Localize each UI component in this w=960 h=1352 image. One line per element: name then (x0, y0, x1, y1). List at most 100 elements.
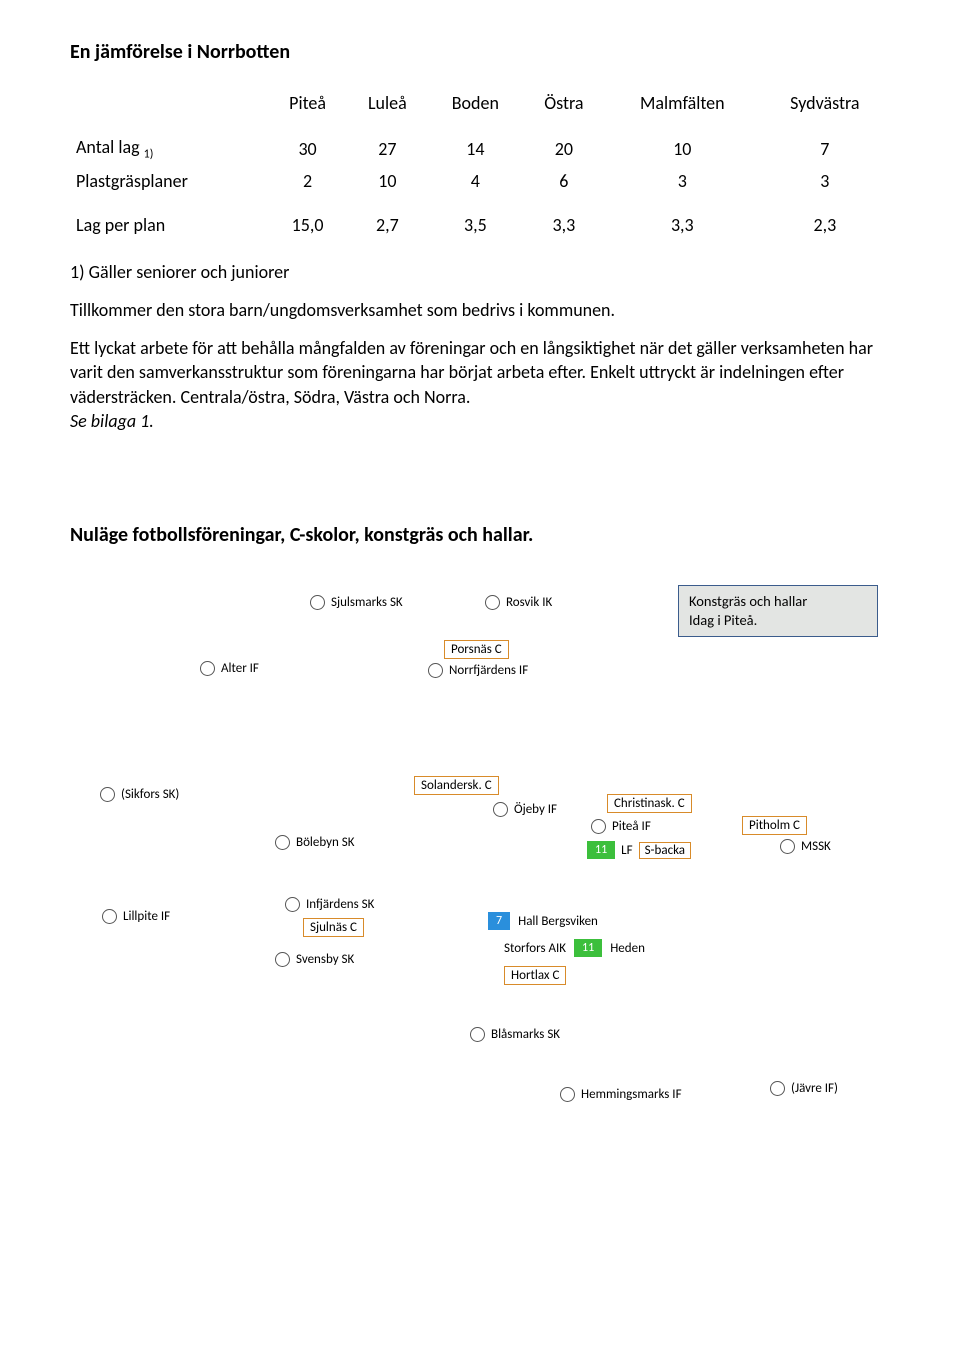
club-label: Lillpite IF (123, 909, 170, 924)
section-heading: Nuläge fotbollsföreningar, C-skolor, kon… (70, 523, 890, 547)
school-box: Christinask. C (607, 793, 692, 812)
table-row: Plastgräsplaner 2 10 4 6 3 3 (70, 166, 890, 196)
pitch-count: 7 (488, 912, 510, 930)
abbrev-label: LF (621, 843, 632, 858)
pitch-count: 11 (574, 939, 602, 957)
table-row: Antal lag 1) 30 27 14 20 10 7 (70, 132, 890, 166)
circle-icon (428, 663, 443, 678)
row-label: Lag per plan (70, 210, 268, 240)
club-label: Alter IF (221, 661, 259, 676)
club-node: Lillpite IF (102, 909, 170, 924)
club-node: Hemmingsmarks IF (560, 1087, 682, 1102)
circle-icon (100, 787, 115, 802)
row-label: Plastgräsplaner (70, 166, 268, 196)
circle-icon (560, 1087, 575, 1102)
club-label: Blåsmarks SK (491, 1027, 560, 1042)
club-label: (Jävre IF) (791, 1081, 838, 1096)
club-label: Infjärdens SK (306, 897, 374, 912)
cell: 14 (428, 132, 523, 166)
hall-label: Hall Bergsviken (518, 914, 598, 929)
circle-icon (470, 1027, 485, 1042)
paragraph-text: Ett lyckat arbete för att behålla mångfa… (70, 337, 873, 408)
club-label: Bölebyn SK (296, 835, 355, 850)
club-label: Sjulsmarks SK (331, 595, 403, 610)
pitch-count: 11 (587, 841, 615, 859)
cell: 30 (268, 132, 346, 166)
club-label: Hemmingsmarks IF (581, 1087, 682, 1102)
circle-icon (770, 1081, 785, 1096)
club-node: Rosvik IK (485, 595, 552, 610)
club-label: Piteå IF (612, 819, 651, 834)
cell: 20 (523, 132, 605, 166)
cell: 7 (760, 132, 890, 166)
club-label: Norrfjärdens IF (449, 663, 528, 678)
club-node: Piteå IF (591, 819, 651, 834)
col-header: Luleå (347, 88, 428, 118)
map-diagram: Konstgräs och hallar Idag i Piteå. Sjuls… (70, 577, 890, 1137)
info-box: Konstgräs och hallar Idag i Piteå. (678, 585, 878, 637)
col-header: Boden (428, 88, 523, 118)
club-label: Öjeby IF (514, 802, 557, 817)
cell: 4 (428, 166, 523, 196)
page-title: En jämförelse i Norrbotten (70, 40, 890, 64)
cell: 3,3 (523, 210, 605, 240)
club-node: MSSK (780, 839, 831, 854)
col-header: Piteå (268, 88, 346, 118)
circle-icon (780, 839, 795, 854)
school-label: Sjulnäs C (303, 918, 364, 937)
circle-icon (310, 595, 325, 610)
cell: 27 (347, 132, 428, 166)
table-footnote: 1) Gäller seniorer och juniorer (70, 260, 890, 284)
table-row: Lag per plan 15,0 2,7 3,5 3,3 3,3 2,3 (70, 210, 890, 240)
school-box: Sjulnäs C (303, 917, 364, 936)
circle-icon (493, 802, 508, 817)
club-label: (Sikfors SK) (121, 787, 179, 802)
area-label: Heden (610, 941, 645, 956)
circle-icon (275, 952, 290, 967)
pitch-row: Storfors AIK 11 Heden (504, 939, 645, 957)
circle-icon (200, 661, 215, 676)
school-box: Porsnäs C (444, 639, 509, 658)
pitch-row: 11 LF S-backa (587, 841, 691, 859)
info-line: Idag i Piteå. (689, 611, 757, 629)
cell: 2,3 (760, 210, 890, 240)
school-label: Pitholm C (742, 816, 807, 835)
row-sub: 1) (144, 148, 154, 162)
club-node: Norrfjärdens IF (428, 663, 528, 678)
info-line: Konstgräs och hallar (689, 592, 807, 610)
club-node: Infjärdens SK (285, 897, 374, 912)
cell: 2,7 (347, 210, 428, 240)
cell: 6 (523, 166, 605, 196)
school-box: Solandersk. C (414, 775, 499, 794)
hall-row: 7 Hall Bergsviken (488, 912, 598, 930)
school-box: Pitholm C (742, 815, 807, 834)
col-header: Sydvästra (760, 88, 890, 118)
school-label: Solandersk. C (414, 776, 499, 795)
col-header: Östra (523, 88, 605, 118)
club-node: Alter IF (200, 661, 259, 676)
school-box: Hortlax C (504, 965, 566, 984)
circle-icon (591, 819, 606, 834)
cell: 3 (605, 166, 760, 196)
row-label: Antal lag (76, 136, 144, 158)
club-label: Svensby SK (296, 952, 354, 967)
cell: 3,3 (605, 210, 760, 240)
club-node: Sjulsmarks SK (310, 595, 403, 610)
club-node: (Jävre IF) (770, 1081, 838, 1096)
school-label: Hortlax C (504, 966, 566, 985)
school-label: Christinask. C (607, 794, 692, 813)
cell: 3,5 (428, 210, 523, 240)
cell: 3 (760, 166, 890, 196)
cell: 10 (605, 132, 760, 166)
circle-icon (102, 909, 117, 924)
circle-icon (285, 897, 300, 912)
cell: 10 (347, 166, 428, 196)
cell: 2 (268, 166, 346, 196)
col-header: Malmfälten (605, 88, 760, 118)
club-node: Bölebyn SK (275, 835, 355, 850)
cell: 15,0 (268, 210, 346, 240)
area-box: S-backa (639, 842, 691, 859)
circle-icon (275, 835, 290, 850)
club-node: (Sikfors SK) (100, 787, 179, 802)
paragraph: Tillkommer den stora barn/ungdomsverksam… (70, 298, 890, 322)
